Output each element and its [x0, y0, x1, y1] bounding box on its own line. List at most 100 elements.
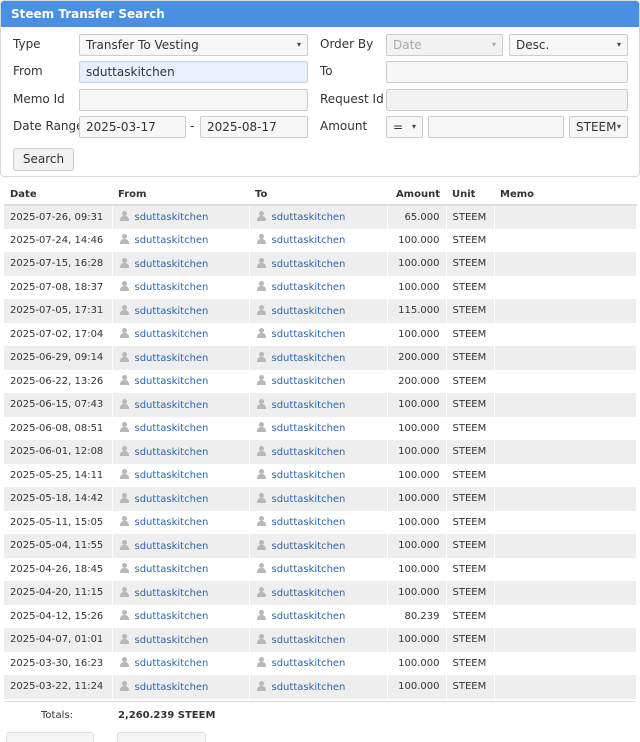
from-account-link[interactable]: sduttaskitchen — [135, 259, 209, 270]
cell-to[interactable]: sduttaskitchen — [249, 440, 388, 464]
from-account-link[interactable]: sduttaskitchen — [135, 517, 209, 528]
from-account-link[interactable]: sduttaskitchen — [135, 494, 209, 505]
cell-to[interactable]: sduttaskitchen — [249, 628, 388, 652]
order-field-select[interactable]: Date ▾ — [386, 34, 503, 56]
from-account-link[interactable]: sduttaskitchen — [135, 423, 209, 434]
header-date[interactable]: Date — [4, 185, 112, 206]
cell-from[interactable]: sduttaskitchen — [112, 581, 250, 605]
header-from[interactable]: From — [112, 185, 249, 206]
cell-to[interactable]: sduttaskitchen — [249, 487, 388, 511]
cell-to[interactable]: sduttaskitchen — [249, 675, 388, 699]
cell-from[interactable]: sduttaskitchen — [112, 487, 250, 511]
to-account-link[interactable]: sduttaskitchen — [272, 447, 346, 458]
header-amount[interactable]: Amount — [387, 185, 446, 206]
cell-from[interactable]: sduttaskitchen — [112, 557, 250, 581]
cell-to[interactable]: sduttaskitchen — [249, 510, 388, 534]
cell-from[interactable]: sduttaskitchen — [112, 604, 250, 628]
to-account-link[interactable]: sduttaskitchen — [272, 423, 346, 434]
from-account-link[interactable]: sduttaskitchen — [135, 635, 209, 646]
to-account-link[interactable]: sduttaskitchen — [272, 329, 346, 340]
cell-from[interactable]: sduttaskitchen — [112, 275, 250, 299]
cell-to[interactable]: sduttaskitchen — [249, 252, 388, 276]
cell-to[interactable]: sduttaskitchen — [249, 205, 388, 229]
from-input[interactable]: sduttaskitchen — [79, 61, 308, 83]
to-account-link[interactable]: sduttaskitchen — [272, 282, 346, 293]
to-account-link[interactable]: sduttaskitchen — [272, 635, 346, 646]
to-input[interactable] — [386, 61, 628, 83]
to-account-link[interactable]: sduttaskitchen — [272, 541, 346, 552]
cell-to[interactable]: sduttaskitchen — [249, 581, 388, 605]
to-account-link[interactable]: sduttaskitchen — [272, 517, 346, 528]
header-to[interactable]: To — [249, 185, 387, 206]
amount-input[interactable] — [428, 116, 564, 138]
cell-from[interactable]: sduttaskitchen — [112, 228, 250, 252]
from-account-link[interactable]: sduttaskitchen — [135, 400, 209, 411]
cell-from[interactable]: sduttaskitchen — [112, 252, 250, 276]
cell-to[interactable]: sduttaskitchen — [249, 534, 388, 558]
cell-from[interactable]: sduttaskitchen — [112, 205, 250, 229]
cell-to[interactable]: sduttaskitchen — [249, 228, 388, 252]
to-account-link[interactable]: sduttaskitchen — [272, 658, 346, 669]
to-account-link[interactable]: sduttaskitchen — [272, 259, 346, 270]
cell-from[interactable]: sduttaskitchen — [112, 440, 250, 464]
cell-to[interactable]: sduttaskitchen — [249, 604, 388, 628]
from-account-link[interactable]: sduttaskitchen — [135, 447, 209, 458]
cell-to[interactable]: sduttaskitchen — [249, 275, 388, 299]
currency-select[interactable]: STEEM ▾ — [569, 116, 628, 138]
pager-control[interactable] — [6, 732, 94, 742]
cell-from[interactable]: sduttaskitchen — [112, 346, 250, 370]
from-account-link[interactable]: sduttaskitchen — [135, 306, 209, 317]
cell-to[interactable]: sduttaskitchen — [249, 322, 388, 346]
cell-to[interactable]: sduttaskitchen — [249, 393, 388, 417]
to-account-link[interactable]: sduttaskitchen — [272, 682, 346, 693]
cell-to[interactable]: sduttaskitchen — [249, 416, 388, 440]
from-account-link[interactable]: sduttaskitchen — [135, 329, 209, 340]
cell-from[interactable]: sduttaskitchen — [112, 628, 250, 652]
cell-to[interactable]: sduttaskitchen — [249, 346, 388, 370]
search-button[interactable]: Search — [13, 148, 74, 171]
to-account-link[interactable]: sduttaskitchen — [272, 400, 346, 411]
header-unit[interactable]: Unit — [446, 185, 494, 206]
to-account-link[interactable]: sduttaskitchen — [272, 376, 346, 387]
from-account-link[interactable]: sduttaskitchen — [135, 376, 209, 387]
cell-from[interactable]: sduttaskitchen — [112, 299, 250, 323]
from-account-link[interactable]: sduttaskitchen — [135, 564, 209, 575]
cell-from[interactable]: sduttaskitchen — [112, 322, 250, 346]
to-account-link[interactable]: sduttaskitchen — [272, 235, 346, 246]
cell-to[interactable]: sduttaskitchen — [249, 299, 388, 323]
cell-from[interactable]: sduttaskitchen — [112, 651, 250, 675]
cell-from[interactable]: sduttaskitchen — [112, 393, 250, 417]
from-account-link[interactable]: sduttaskitchen — [135, 235, 209, 246]
to-account-link[interactable]: sduttaskitchen — [272, 494, 346, 505]
cell-to[interactable]: sduttaskitchen — [249, 463, 388, 487]
to-account-link[interactable]: sduttaskitchen — [272, 611, 346, 622]
type-select[interactable]: Transfer To Vesting ▾ — [79, 34, 308, 56]
to-account-link[interactable]: sduttaskitchen — [272, 470, 346, 481]
order-dir-select[interactable]: Desc. ▾ — [509, 34, 628, 56]
to-account-link[interactable]: sduttaskitchen — [272, 306, 346, 317]
from-account-link[interactable]: sduttaskitchen — [135, 588, 209, 599]
cell-from[interactable]: sduttaskitchen — [112, 369, 250, 393]
memo-id-input[interactable] — [79, 89, 308, 111]
date-from-input[interactable]: 2025-03-17 — [79, 116, 186, 138]
from-account-link[interactable]: sduttaskitchen — [135, 353, 209, 364]
to-account-link[interactable]: sduttaskitchen — [272, 588, 346, 599]
cell-to[interactable]: sduttaskitchen — [249, 369, 388, 393]
date-to-input[interactable]: 2025-08-17 — [200, 116, 308, 138]
from-account-link[interactable]: sduttaskitchen — [135, 682, 209, 693]
pager-control[interactable] — [117, 732, 206, 742]
cell-from[interactable]: sduttaskitchen — [112, 463, 250, 487]
cell-from[interactable]: sduttaskitchen — [112, 675, 250, 699]
to-account-link[interactable]: sduttaskitchen — [272, 212, 346, 223]
from-account-link[interactable]: sduttaskitchen — [135, 541, 209, 552]
header-memo[interactable]: Memo — [494, 185, 636, 206]
cell-to[interactable]: sduttaskitchen — [249, 651, 388, 675]
from-account-link[interactable]: sduttaskitchen — [135, 658, 209, 669]
cell-from[interactable]: sduttaskitchen — [112, 416, 250, 440]
to-account-link[interactable]: sduttaskitchen — [272, 353, 346, 364]
from-account-link[interactable]: sduttaskitchen — [135, 470, 209, 481]
cell-from[interactable]: sduttaskitchen — [112, 510, 250, 534]
amount-operator-select[interactable]: = ▾ — [386, 116, 423, 138]
from-account-link[interactable]: sduttaskitchen — [135, 212, 209, 223]
cell-to[interactable]: sduttaskitchen — [249, 557, 388, 581]
